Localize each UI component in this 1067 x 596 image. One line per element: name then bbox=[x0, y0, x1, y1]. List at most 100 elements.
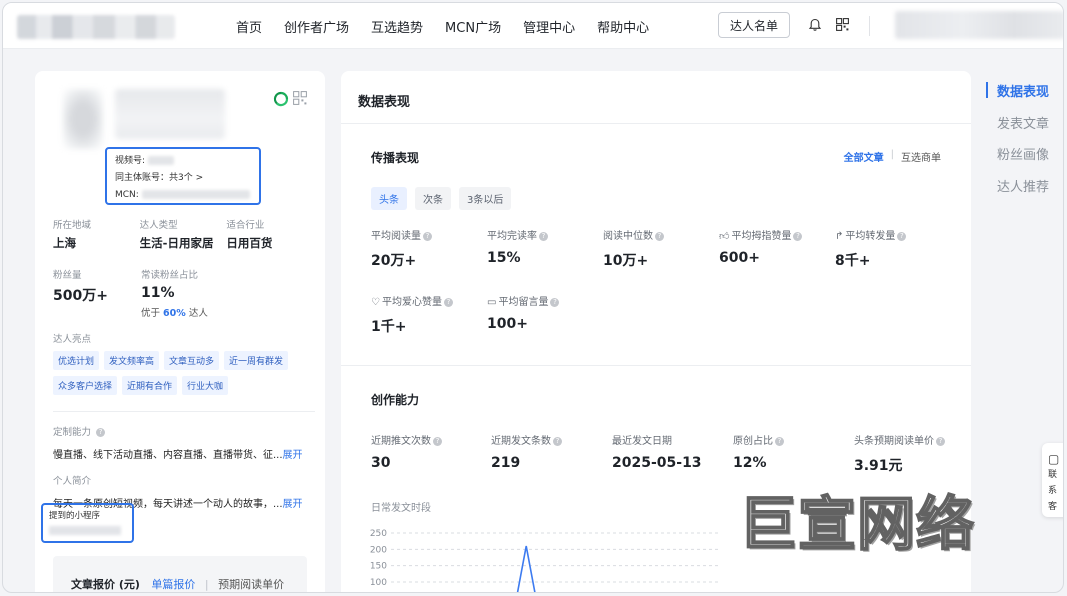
highlight-tag: 优选计划 bbox=[53, 351, 100, 370]
type-value: 生活-日用家居 bbox=[139, 236, 214, 250]
highlight-tag: 近期有合作 bbox=[122, 376, 178, 395]
qr-code-icon[interactable] bbox=[836, 18, 849, 31]
user-account-area[interactable] bbox=[895, 11, 1063, 39]
scope-separator: | bbox=[890, 149, 894, 160]
nav-item-management[interactable]: 管理中心 bbox=[523, 17, 575, 36]
page-title: 数据表现 bbox=[358, 95, 411, 110]
regular-fans-value: 11% bbox=[141, 285, 175, 301]
highlight-tag: 行业大咖 bbox=[182, 376, 229, 395]
create-section-title: 创作能力 bbox=[371, 393, 420, 407]
nav-item-creator-square[interactable]: 创作者广场 bbox=[284, 17, 349, 36]
section-anchor-nav: 数据表现 发表文章 粉丝画像 达人推荐 bbox=[986, 81, 1049, 207]
avatar bbox=[63, 89, 103, 149]
help-icon[interactable]: ? bbox=[96, 428, 106, 437]
intro-label: 个人简介 bbox=[53, 476, 92, 487]
logo[interactable] bbox=[17, 15, 175, 39]
scope-switch: 全部文章 | 互选商单 bbox=[844, 149, 941, 164]
expand-link[interactable]: 展开 bbox=[283, 499, 303, 510]
price-panel: 文章报价 (元) 单篇报价 | 预期阅读单价 ? bbox=[53, 556, 307, 592]
chat-icon: ▢ bbox=[1048, 452, 1060, 466]
nav-item-help[interactable]: 帮助中心 bbox=[597, 17, 649, 36]
divider bbox=[341, 123, 971, 124]
help-icon[interactable]: ? bbox=[775, 436, 784, 446]
anchor-recommend[interactable]: 达人推荐 bbox=[986, 176, 1049, 208]
mcn-label: MCN: bbox=[115, 190, 139, 200]
mini-program-label: 提到的小程序 bbox=[49, 511, 101, 521]
help-icon[interactable]: ? bbox=[550, 297, 560, 307]
help-icon[interactable]: ? bbox=[897, 231, 907, 241]
help-icon[interactable]: ? bbox=[433, 436, 442, 446]
watermark: 巨宣网络 bbox=[738, 489, 976, 559]
help-icon[interactable]: ? bbox=[793, 231, 803, 241]
nav-divider bbox=[869, 16, 870, 36]
comment-icon: ▭ bbox=[487, 297, 497, 308]
tab-third-plus[interactable]: 3条以后 bbox=[459, 187, 512, 210]
mini-program-box: 提到的小程序 bbox=[41, 503, 134, 543]
highlight-tag: 发文频率高 bbox=[104, 351, 160, 370]
metric-avg-shares: ↱ 平均转发量? 8千+ bbox=[835, 227, 945, 270]
mini-program-value bbox=[49, 526, 121, 535]
custom-ability-label: 定制能力 ? bbox=[53, 424, 313, 438]
profile-card: 视频号: 同主体账号：共3个 > MCN: 所在地域 上海 达人类型 生活-日用… bbox=[35, 71, 325, 592]
profile-attributes: 所在地域 上海 达人类型 生活-日用家居 适合行业 日用百货 粉丝量 500万+ bbox=[53, 217, 315, 510]
metric-last-post-date: 最近发文日期 2025-05-13 bbox=[612, 436, 702, 471]
price-title: 文章报价 (元) bbox=[71, 578, 140, 591]
same-entity-accounts-link[interactable]: 同主体账号：共3个 > bbox=[115, 170, 251, 187]
metric-expected-cpm: 头条预期阅读单价? 3.91元 bbox=[854, 432, 971, 475]
y-tick-label: 250 bbox=[370, 529, 387, 539]
metric-avg-thumbs: 👍︎ 平均拇指赞量? 600+ bbox=[719, 227, 829, 266]
metric-original-ratio: 原创占比? 12% bbox=[733, 432, 843, 471]
nav-item-mcn-square[interactable]: MCN广场 bbox=[445, 17, 501, 36]
help-icon[interactable]: ? bbox=[539, 231, 548, 241]
industry-label: 适合行业 bbox=[226, 220, 265, 231]
tab-headline[interactable]: 头条 bbox=[371, 187, 407, 210]
expand-link[interactable]: 展开 bbox=[283, 450, 303, 461]
y-tick-label: 100 bbox=[370, 578, 387, 588]
channel-logo-icon bbox=[273, 91, 289, 107]
help-icon[interactable]: ? bbox=[936, 436, 945, 446]
main-nav: 首页 创作者广场 互选趋势 MCN广场 管理中心 帮助中心 bbox=[236, 3, 671, 49]
kol-list-button[interactable]: 达人名单 bbox=[718, 12, 790, 38]
tab-second[interactable]: 次条 bbox=[415, 187, 451, 210]
customer-service-button[interactable]: ▢ 联系 客服 bbox=[1042, 443, 1063, 517]
anchor-fan-profile[interactable]: 粉丝画像 bbox=[986, 144, 1049, 176]
divider bbox=[53, 411, 315, 412]
fans-label: 粉丝量 bbox=[53, 270, 82, 281]
metric-avg-completion: 平均完读率? 15% bbox=[487, 227, 597, 266]
scope-mutual-orders[interactable]: 互选商单 bbox=[901, 149, 941, 164]
app-frame: 首页 创作者广场 互选趋势 MCN广场 管理中心 帮助中心 达人名单 视频号: … bbox=[2, 2, 1064, 593]
channel-id-label: 视频号: bbox=[115, 156, 146, 166]
thumb-icon: 👍︎ bbox=[719, 231, 730, 242]
share-icon: ↱ bbox=[835, 231, 844, 242]
heart-icon: ♡ bbox=[371, 297, 380, 308]
highlight-tag: 近一周有群发 bbox=[224, 351, 289, 370]
highlight-tag: 众多客户选择 bbox=[53, 376, 118, 395]
fans-value: 500万+ bbox=[53, 288, 108, 304]
series-line bbox=[516, 545, 536, 592]
post-time-chart: 250 200 150 100 bbox=[370, 529, 719, 592]
help-icon[interactable]: ? bbox=[655, 231, 664, 241]
account-id-box: 视频号: 同主体账号：共3个 > MCN: bbox=[105, 147, 261, 205]
spread-section-title: 传播表现 bbox=[371, 151, 420, 165]
help-icon[interactable]: ? bbox=[443, 297, 453, 307]
tab-cpm-price[interactable]: 预期阅读单价 bbox=[218, 578, 284, 591]
anchor-articles[interactable]: 发表文章 bbox=[986, 113, 1049, 145]
metric-recent-pushes: 近期推文次数? 30 bbox=[371, 432, 481, 471]
tab-single-price[interactable]: 单篇报价 bbox=[151, 578, 195, 591]
highlight-tag: 文章互动多 bbox=[164, 351, 220, 370]
region-label: 所在地域 bbox=[53, 220, 92, 231]
anchor-data-performance[interactable]: 数据表现 bbox=[986, 81, 1049, 113]
highlight-tags: 优选计划 发文频率高 文章互动多 近一周有群发 众多客户选择 近期有合作 行业大… bbox=[53, 351, 303, 401]
scope-all-articles[interactable]: 全部文章 bbox=[844, 149, 884, 164]
nav-item-mutual-trends[interactable]: 互选趋势 bbox=[371, 17, 423, 36]
help-icon[interactable]: ? bbox=[553, 436, 562, 446]
help-icon[interactable]: ? bbox=[423, 231, 432, 241]
position-tabs: 头条 次条 3条以后 bbox=[371, 187, 519, 210]
bell-icon[interactable] bbox=[808, 18, 822, 32]
qr-code-icon[interactable] bbox=[293, 91, 307, 105]
nav-item-home[interactable]: 首页 bbox=[236, 17, 262, 36]
better-than-text: 优于 60% 达人 bbox=[141, 308, 208, 319]
daily-post-time-label: 日常发文时段 bbox=[371, 503, 431, 514]
industry-value: 日用百货 bbox=[226, 236, 273, 250]
regular-fans-label: 常读粉丝占比 bbox=[141, 270, 199, 281]
